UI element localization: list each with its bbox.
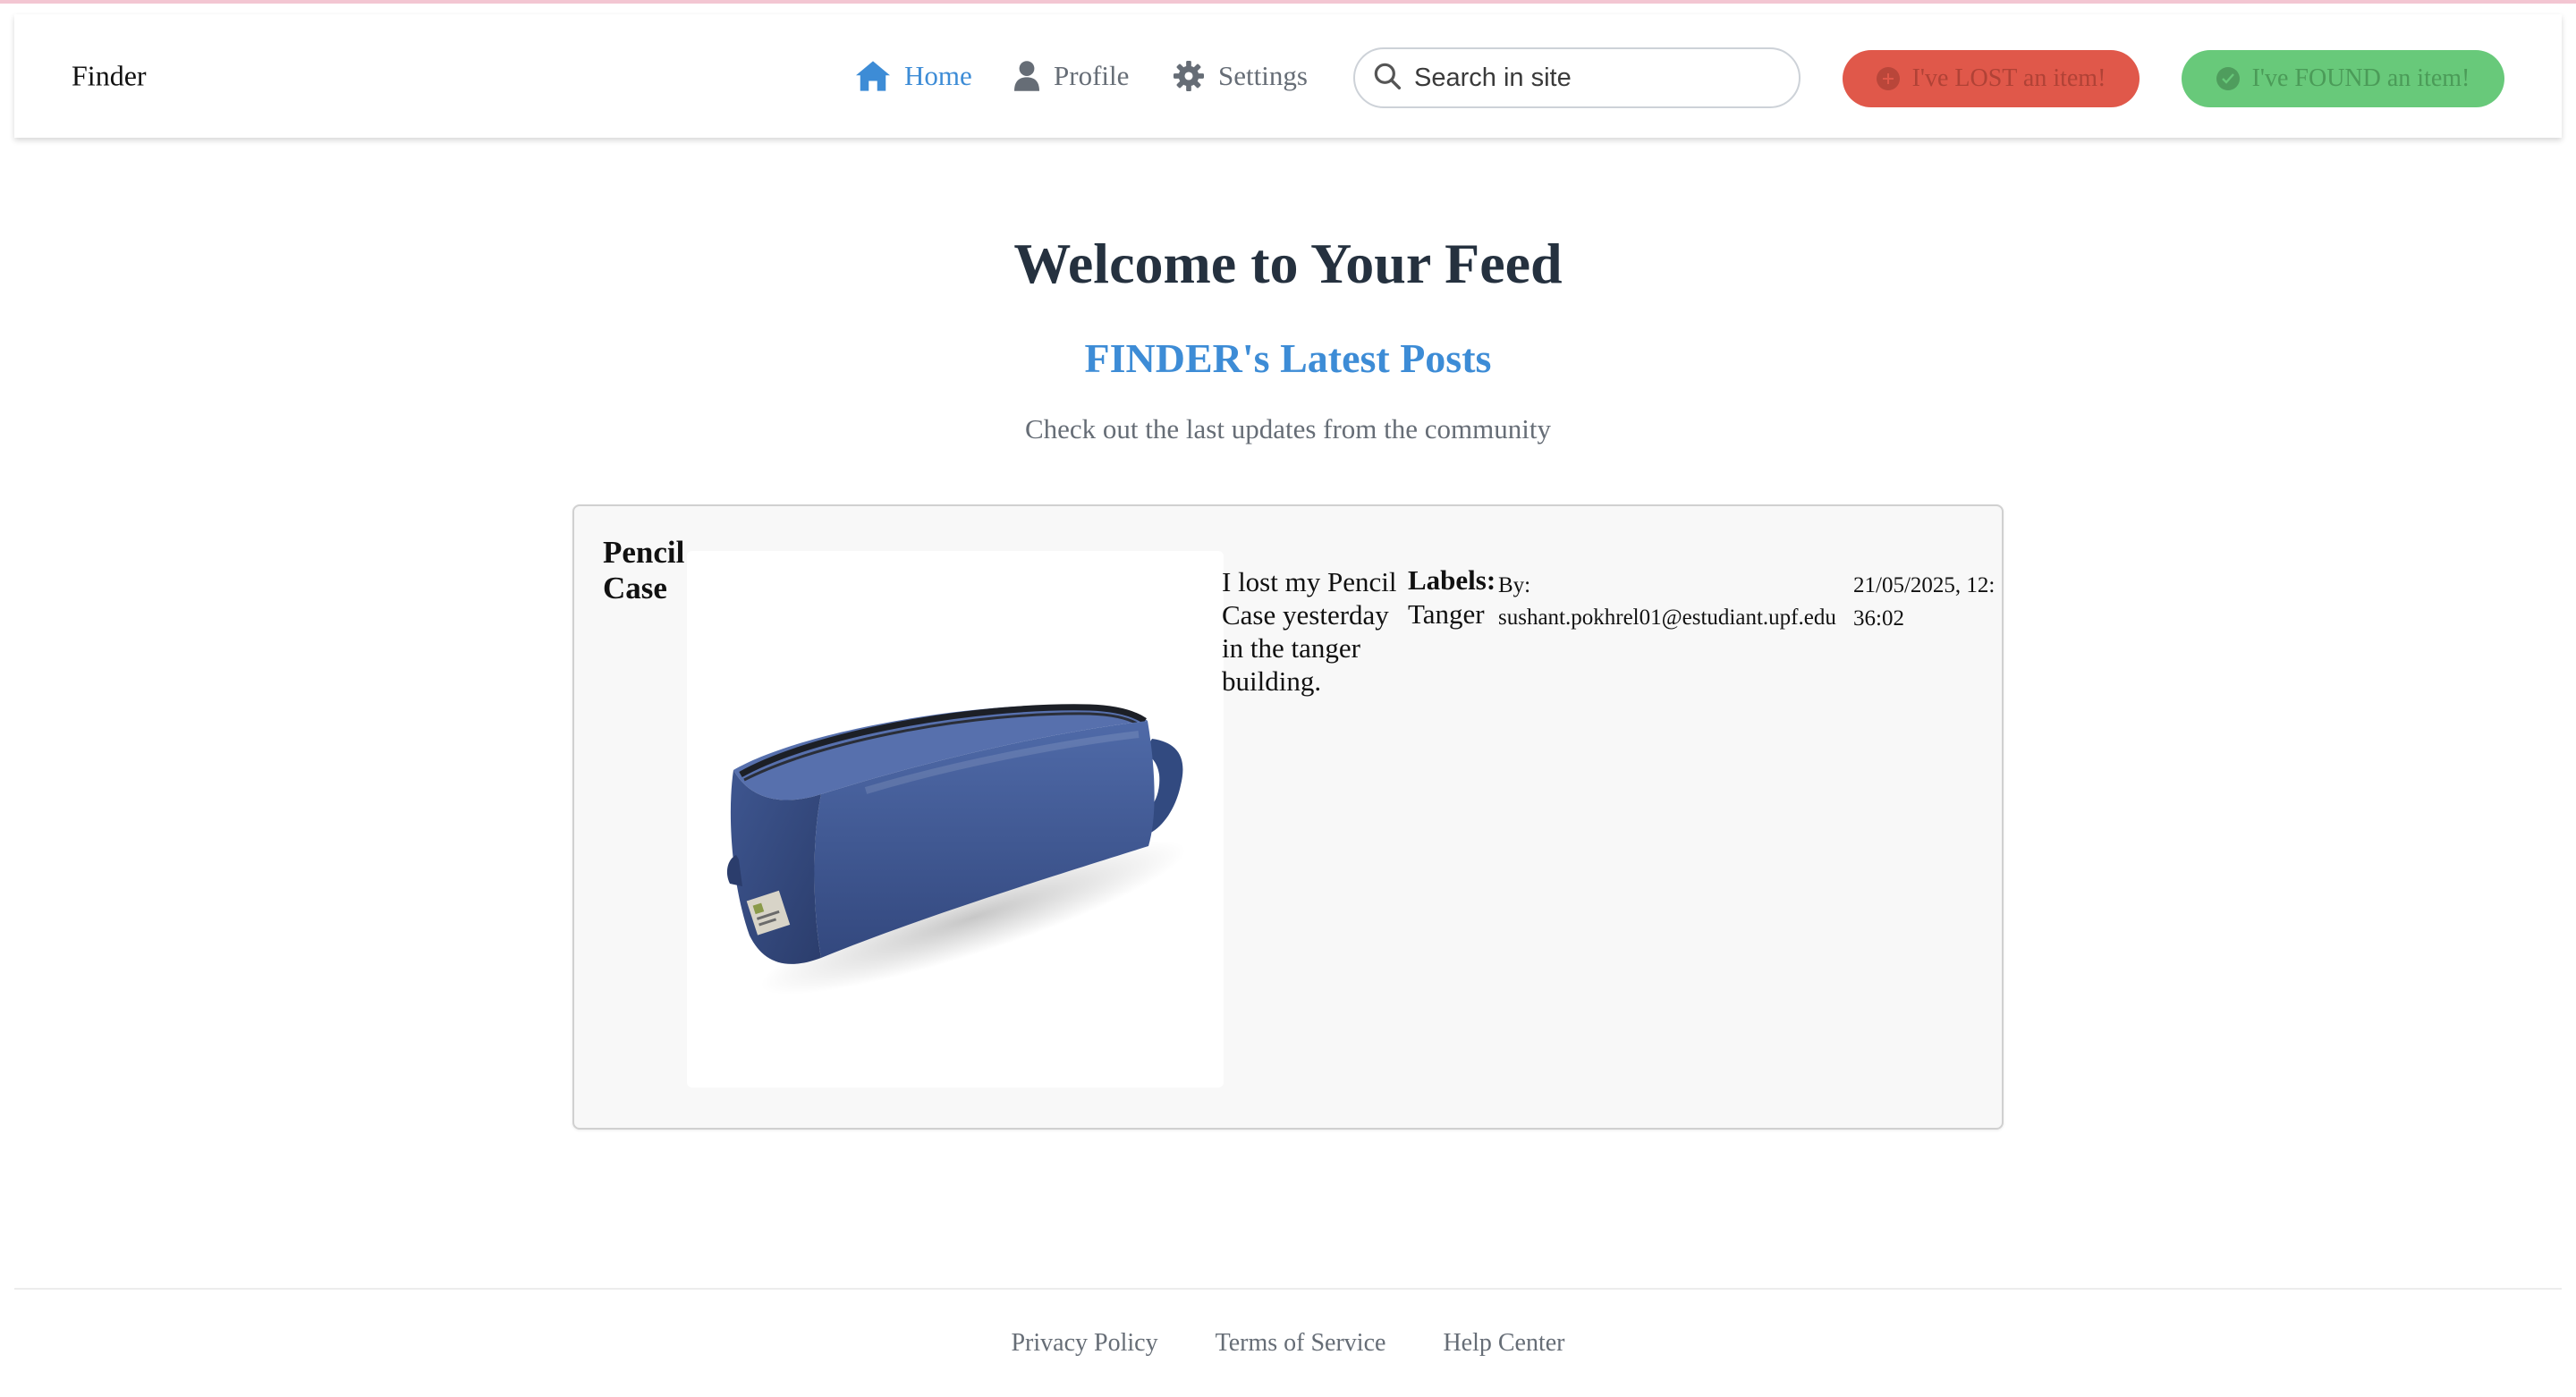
lost-item-button[interactable]: I've LOST an item!: [1843, 50, 2140, 107]
pencil-case-image: [726, 704, 1187, 995]
post-title: Pencil Case: [603, 535, 685, 605]
post-label-tag: Tanger: [1408, 598, 1485, 630]
feed-description: Check out the last updates from the comm…: [1024, 413, 1552, 444]
navbar: Finder Home Profile Settings Search in s…: [14, 14, 2562, 138]
author-prefix: By:: [1498, 573, 1531, 597]
home-icon: [856, 61, 890, 91]
post-image: [687, 551, 1224, 1088]
footer: Privacy Policy Terms of Service Help Cen…: [0, 1329, 2576, 1358]
top-accent-line: [0, 0, 2576, 4]
nav-settings[interactable]: Settings: [1174, 60, 1308, 92]
brand-logo[interactable]: Finder: [72, 60, 147, 93]
post-author: sushant.pokhrel01@estudiant.upf.edu: [1498, 605, 1836, 630]
nav-home-label: Home: [904, 60, 972, 91]
feed-subtitle: FINDER's Latest Posts: [1084, 335, 1492, 381]
footer-divider: [14, 1288, 2562, 1290]
nav-profile-label: Profile: [1054, 60, 1130, 91]
search-input[interactable]: [1414, 63, 1772, 93]
nav-profile[interactable]: Profile: [1014, 60, 1129, 92]
help-center-link[interactable]: Help Center: [1443, 1329, 1564, 1358]
check-circle-icon: [2216, 67, 2240, 90]
plus-circle-icon: [1876, 67, 1900, 90]
post-timestamp: 21/05/2025, 12:36:02: [1853, 573, 1996, 631]
page-title: Welcome to Your Feed: [1013, 232, 1563, 295]
lost-item-label: I've LOST an item!: [1911, 64, 2106, 92]
post-card[interactable]: Pencil Case I lost my Pencil Case yester…: [572, 504, 2004, 1130]
nav-home[interactable]: Home: [856, 60, 972, 92]
search-icon: [1373, 62, 1402, 95]
found-item-button[interactable]: I've FOUND an item!: [2182, 50, 2504, 107]
labels-heading: Labels:: [1408, 564, 1496, 596]
privacy-policy-link[interactable]: Privacy Policy: [1011, 1329, 1157, 1358]
found-item-label: I've FOUND an item!: [2251, 64, 2470, 92]
gear-icon: [1174, 61, 1204, 91]
user-icon: [1014, 61, 1039, 91]
nav-settings-label: Settings: [1218, 60, 1308, 91]
post-description: I lost my Pencil Case yesterday in the t…: [1222, 566, 1397, 697]
terms-of-service-link[interactable]: Terms of Service: [1216, 1329, 1386, 1358]
search-box[interactable]: [1353, 47, 1801, 108]
